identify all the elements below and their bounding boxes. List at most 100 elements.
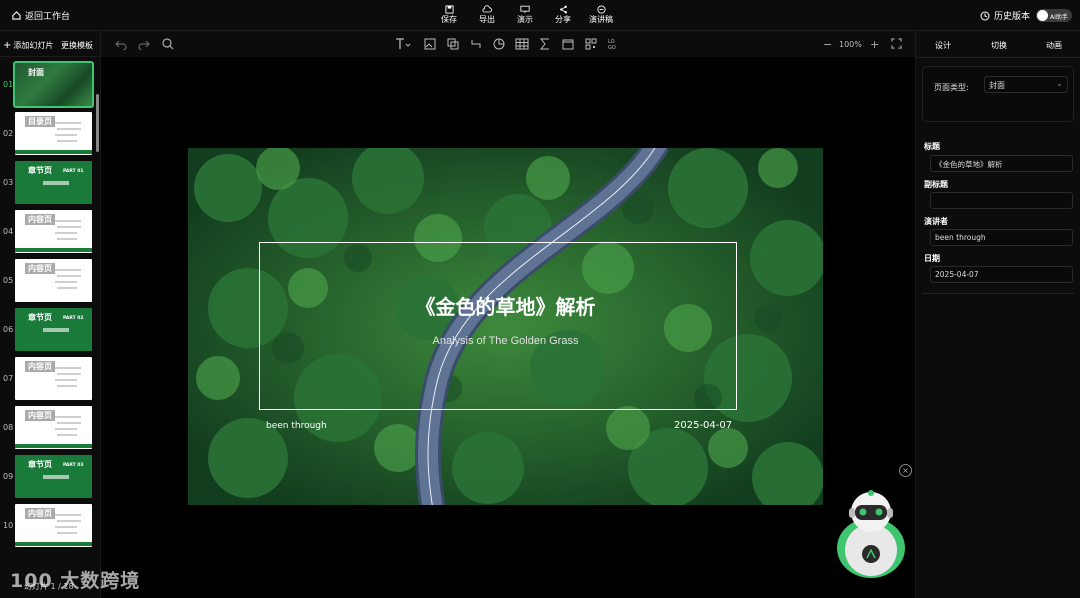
- thumbnail-text-line: [57, 373, 81, 375]
- sidebar-item-slide-04[interactable]: 04 内容页: [0, 210, 96, 254]
- tab-transition[interactable]: 切换: [991, 40, 1007, 51]
- thumbnail-text-line: [57, 238, 77, 240]
- sidebar-item-slide-05[interactable]: 05 内容页: [0, 259, 96, 303]
- sidebar-item-slide-02[interactable]: 02 目录页: [0, 112, 96, 156]
- slide-speaker[interactable]: been through: [266, 421, 327, 431]
- thumbnail-tag: 内容页: [25, 361, 55, 372]
- redo-icon[interactable]: [138, 38, 150, 50]
- svg-text:GO: GO: [608, 45, 616, 50]
- title-field-label: 标题: [924, 142, 940, 151]
- slide-thumbnail[interactable]: 封面: [13, 61, 94, 108]
- slide-thumbnail[interactable]: 内容页: [15, 406, 92, 449]
- thumbnail-text-line: [55, 379, 77, 381]
- page-type-select[interactable]: 封面 ⌄: [984, 76, 1068, 93]
- slide-number: 10: [3, 521, 14, 530]
- slide-thumbnail[interactable]: 章节页 PART 01: [15, 161, 92, 204]
- slide-number: 03: [3, 178, 14, 187]
- undo-icon[interactable]: [115, 38, 127, 50]
- page-type-value: 封面: [989, 81, 1005, 90]
- search-icon[interactable]: [162, 38, 174, 50]
- close-assistant-button[interactable]: ×: [899, 464, 912, 477]
- sidebar-item-slide-08[interactable]: 08 内容页: [0, 406, 96, 450]
- slide-thumbnail[interactable]: 内容页: [15, 357, 92, 400]
- thumbnail-text-line: [57, 422, 81, 424]
- logo-tool-icon[interactable]: LOGO: [608, 38, 620, 50]
- slide-title[interactable]: 《金色的草地》解析: [188, 291, 823, 320]
- slide-thumbnail[interactable]: 内容页: [15, 504, 92, 547]
- thumbnail-text-line: [57, 520, 81, 522]
- thumbnail-tag: 内容页: [25, 508, 55, 519]
- formula-tool-icon[interactable]: [539, 38, 551, 50]
- slide-subtitle[interactable]: Analysis of The Golden Grass: [188, 335, 823, 347]
- table-tool-icon[interactable]: [515, 38, 529, 50]
- slide-date[interactable]: 2025-04-07: [674, 420, 732, 431]
- add-slide-label: 添加幻灯片: [13, 41, 54, 50]
- sidebar-item-slide-10[interactable]: 10 内容页: [0, 504, 96, 548]
- thumbnail-text-line: [55, 220, 81, 222]
- slide-thumbnail[interactable]: 内容页: [15, 259, 92, 302]
- save-button[interactable]: 保存: [431, 5, 467, 25]
- present-button[interactable]: 演示: [507, 5, 543, 25]
- thumbnail-bar: [43, 475, 69, 479]
- fullscreen-icon[interactable]: [891, 38, 902, 49]
- thumbnail-green-bar: [15, 150, 92, 154]
- slide-thumbnail[interactable]: 章节页 PART 03: [15, 455, 92, 498]
- change-template-button[interactable]: 更换模板: [61, 40, 93, 51]
- text-tool-icon[interactable]: [395, 38, 411, 50]
- slide-number: 01: [3, 80, 14, 89]
- close-icon: ×: [902, 466, 909, 475]
- thumbnail-tag: 章节页: [28, 166, 52, 175]
- image-tool-icon[interactable]: [424, 38, 436, 50]
- speaker-field[interactable]: been through: [930, 229, 1073, 246]
- tab-animation[interactable]: 动画: [1046, 40, 1062, 51]
- tab-divider: [916, 57, 1080, 58]
- media-tool-icon[interactable]: [562, 38, 574, 50]
- slide-thumbnail[interactable]: 目录页: [15, 112, 92, 155]
- date-field-label: 日期: [924, 254, 940, 263]
- date-field[interactable]: 2025-04-07: [930, 266, 1073, 283]
- chevron-down-icon: ⌄: [1056, 79, 1063, 88]
- zoom-in-button[interactable]: +: [870, 38, 879, 51]
- shape-tool-icon[interactable]: [447, 38, 459, 50]
- save-label: 保存: [441, 15, 457, 24]
- zoom-level[interactable]: 100%: [839, 40, 862, 49]
- back-to-workspace-button[interactable]: 返回工作台: [12, 9, 70, 22]
- thumbnail-text-line: [57, 434, 77, 436]
- sidebar-header: + 添加幻灯片 更换模板: [0, 31, 101, 57]
- script-button[interactable]: 演讲稿: [583, 5, 619, 25]
- thumbnail-text-line: [55, 514, 81, 516]
- share-button[interactable]: 分享: [545, 5, 581, 25]
- editor-canvas[interactable]: 《金色的草地》解析 Analysis of The Golden Grass b…: [101, 57, 915, 598]
- zoom-out-button[interactable]: −: [823, 38, 832, 51]
- sidebar-item-slide-09[interactable]: 09 章节页 PART 03: [0, 455, 96, 499]
- ai-assistant-toggle[interactable]: AI助手: [1036, 9, 1072, 22]
- qrcode-tool-icon[interactable]: [585, 38, 597, 50]
- ai-robot-mascot[interactable]: [831, 488, 911, 578]
- slide-thumbnail[interactable]: 章节页 PART 02: [15, 308, 92, 351]
- thumbnail-text-line: [55, 416, 81, 418]
- save-icon: [444, 5, 454, 14]
- present-label: 演示: [517, 15, 533, 24]
- sidebar-item-slide-01[interactable]: 01 封面: [0, 61, 96, 108]
- subtitle-field[interactable]: [930, 192, 1073, 209]
- export-button[interactable]: 导出: [469, 5, 505, 25]
- history-label: 历史版本: [993, 12, 1030, 22]
- slide-thumbnail[interactable]: 内容页: [15, 210, 92, 253]
- tab-design[interactable]: 设计: [935, 40, 951, 51]
- thumbnail-green-bar: [15, 542, 92, 546]
- sidebar-item-slide-03[interactable]: 03 章节页 PART 01: [0, 161, 96, 205]
- sidebar-scrollbar[interactable]: [96, 94, 99, 152]
- thumbnail-text-line: [57, 226, 81, 228]
- slide-preview[interactable]: 《金色的草地》解析 Analysis of The Golden Grass b…: [188, 148, 823, 505]
- add-slide-button[interactable]: + 添加幻灯片: [3, 40, 53, 51]
- speaker-field-label: 演讲者: [924, 217, 948, 226]
- line-tool-icon[interactable]: [470, 38, 482, 50]
- chart-tool-icon[interactable]: [493, 38, 505, 50]
- thumbnail-green-bar: [15, 248, 92, 252]
- sidebar-item-slide-06[interactable]: 06 章节页 PART 02: [0, 308, 96, 352]
- panel-divider: [922, 293, 1074, 294]
- history-version-button[interactable]: 历史版本: [980, 9, 1030, 22]
- sidebar-item-slide-07[interactable]: 07 内容页: [0, 357, 96, 401]
- slide-number: 05: [3, 276, 14, 285]
- title-field[interactable]: 《金色的草地》解析: [930, 155, 1073, 172]
